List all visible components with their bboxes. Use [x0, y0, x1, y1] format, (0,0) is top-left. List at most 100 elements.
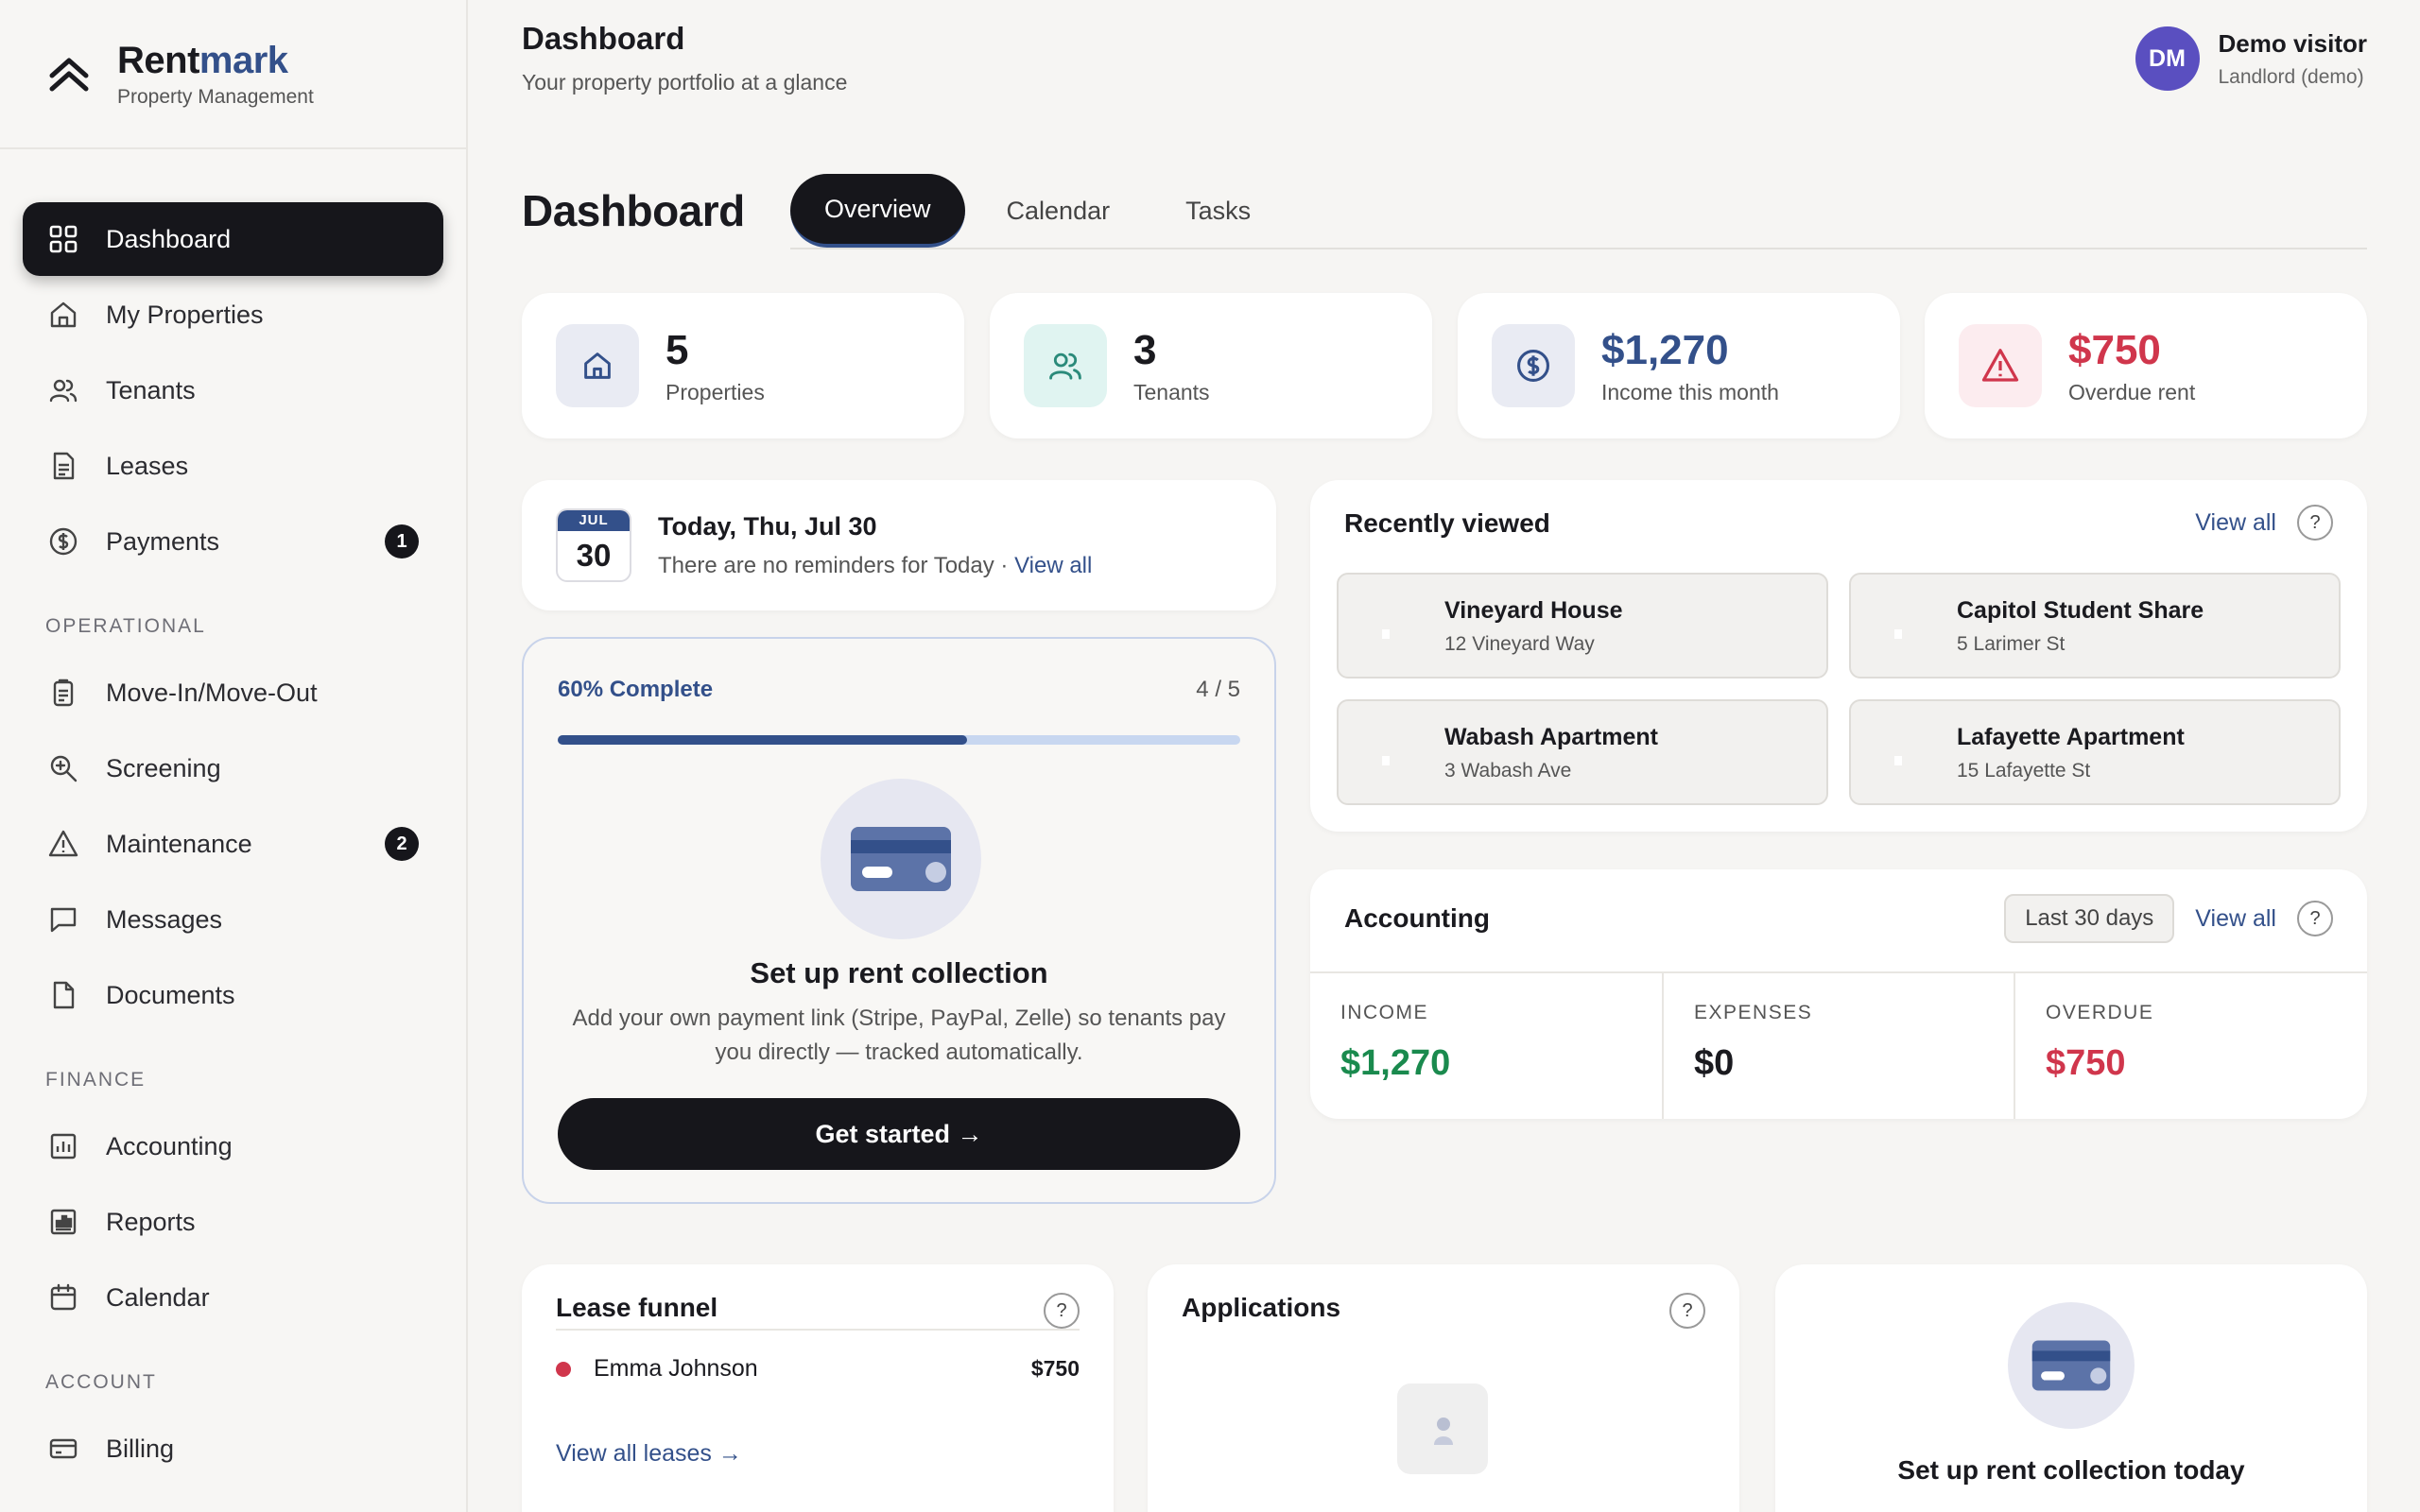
sidebar-item-label: Leases [106, 451, 189, 480]
accounting-card: Accounting Last 30 days View all ? INCOM… [1310, 869, 2367, 1119]
sidebar-item-label: Billing [106, 1434, 175, 1463]
tab-tasks[interactable]: Tasks [1151, 174, 1285, 248]
sidebar-item-label: Dashboard [106, 224, 232, 253]
card-icon [47, 1433, 79, 1465]
sidebar-item-dashboard[interactable]: Dashboard [23, 202, 443, 276]
lease-amount: $750 [1030, 1356, 1080, 1381]
clipboard-icon [47, 677, 79, 709]
date-range-select[interactable]: Last 30 days [2004, 894, 2175, 943]
message-icon [47, 903, 79, 936]
property-card[interactable]: Wabash Apartment 3 Wabash Ave [1337, 699, 1828, 805]
sidebar-item-reports[interactable]: Reports [23, 1185, 443, 1259]
accounting-income: INCOME $1,270 [1340, 1002, 1451, 1083]
stat-label: Income this month [1601, 379, 1779, 404]
property-name: Capitol Student Share [1957, 597, 2204, 624]
sidebar-item-label: Payments [106, 526, 220, 556]
property-card[interactable]: Lafayette Apartment 15 Lafayette St [1849, 699, 2341, 805]
recently-viewed-view-all-link[interactable]: View all [2195, 509, 2276, 537]
stat-label: Tenants [1133, 379, 1210, 404]
help-icon[interactable]: ? [1044, 1293, 1080, 1329]
avatar: DM [2135, 26, 2200, 91]
chart-icon [47, 1130, 79, 1162]
help-icon[interactable]: ? [2297, 505, 2333, 541]
sidebar-item-move-in-move-out[interactable]: Move-In/Move-Out [23, 656, 443, 730]
sidebar-item-label: Documents [106, 980, 235, 1009]
sidebar-item-payments[interactable]: Payments 1 [23, 505, 443, 578]
lease-row[interactable]: Emma Johnson $750 [556, 1355, 1080, 1383]
sidebar-item-label: Maintenance [106, 829, 252, 858]
tab-overview[interactable]: Overview [790, 174, 965, 248]
sidebar-item-tenants[interactable]: Tenants [23, 353, 443, 427]
nav-section-account: ACCOUNT [45, 1371, 157, 1393]
warning-icon [1959, 324, 2042, 407]
help-icon[interactable]: ? [1669, 1293, 1705, 1329]
file-icon [47, 450, 79, 482]
progress-count: 4 / 5 [1196, 677, 1240, 702]
user-menu[interactable]: DM Demo visitor Landlord (demo) [2135, 26, 2367, 91]
stat-value: 3 [1133, 326, 1157, 373]
stat-card-overdue[interactable]: $750 Overdue rent [1925, 293, 2367, 438]
property-card[interactable]: Capitol Student Share 5 Larimer St [1849, 573, 2341, 679]
sidebar-item-label: Calendar [106, 1282, 210, 1312]
users-icon [47, 374, 79, 406]
brand[interactable]: Rentmark Property Management [0, 0, 466, 149]
sidebar-item-label: Screening [106, 753, 221, 782]
sidebar-item-messages[interactable]: Messages [23, 883, 443, 956]
property-address: 3 Wabash Ave [1444, 760, 1572, 782]
property-image-icon [1885, 612, 1913, 641]
sidebar-item-maintenance[interactable]: Maintenance 2 [23, 807, 443, 881]
accounting-view-all-link[interactable]: View all [2195, 905, 2276, 933]
report-icon [47, 1206, 79, 1238]
progress-label: 60% Complete [558, 677, 714, 702]
sidebar-item-accounting[interactable]: Accounting [23, 1109, 443, 1183]
dollar-circle-icon [47, 525, 79, 558]
nav-section-finance: FINANCE [45, 1069, 147, 1091]
recently-viewed-title: Recently viewed [1344, 508, 1550, 538]
stat-card-tenants[interactable]: 3 Tenants [990, 293, 1432, 438]
credit-card-icon [2008, 1302, 2135, 1429]
sidebar-item-label: My Properties [106, 300, 264, 329]
stat-label: Overdue rent [2068, 379, 2196, 404]
progress-bar [558, 735, 1240, 745]
today-view-all-link[interactable]: View all [1014, 553, 1092, 578]
property-address: 15 Lafayette St [1957, 760, 2091, 782]
lease-tenant-name: Emma Johnson [594, 1355, 758, 1382]
document-icon [47, 979, 79, 1011]
maintenance-badge: 2 [385, 827, 419, 861]
stat-card-properties[interactable]: 5 Properties [522, 293, 964, 438]
get-started-button[interactable]: Get started → [558, 1098, 1240, 1170]
property-address: 12 Vineyard Way [1444, 633, 1595, 655]
stat-card-income[interactable]: $1,270 Income this month [1458, 293, 1900, 438]
property-image-icon [1373, 739, 1401, 767]
payments-badge: 1 [385, 524, 419, 558]
calendar-icon [47, 1281, 79, 1314]
header-title: Dashboard [522, 21, 685, 56]
sidebar-item-my-properties[interactable]: My Properties [23, 278, 443, 352]
today-title: Today, Thu, Jul 30 [658, 511, 877, 541]
promo-card: Set up rent collection today [1775, 1264, 2367, 1512]
help-icon[interactable]: ? [2297, 901, 2333, 936]
sidebar: Rentmark Property Management Dashboard M… [0, 0, 468, 1512]
sidebar-item-label: Accounting [106, 1131, 233, 1160]
nav-section-operational: OPERATIONAL [45, 615, 206, 637]
property-card[interactable]: Vineyard House 12 Vineyard Way [1337, 573, 1828, 679]
home-icon [47, 299, 79, 331]
sidebar-item-documents[interactable]: Documents [23, 958, 443, 1032]
sidebar-item-leases[interactable]: Leases [23, 429, 443, 503]
recently-viewed-card: Recently viewed View all ? Vineyard Hous… [1310, 480, 2367, 832]
sidebar-item-calendar[interactable]: Calendar [23, 1261, 443, 1334]
tab-calendar[interactable]: Calendar [973, 174, 1145, 248]
zoom-in-icon [47, 752, 79, 784]
view-all-leases-link[interactable]: View all leases → [556, 1440, 742, 1468]
lease-funnel-title: Lease funnel [556, 1293, 718, 1322]
brand-name: Rentmark [117, 39, 288, 81]
sidebar-item-screening[interactable]: Screening [23, 731, 443, 805]
divider [556, 1329, 1080, 1331]
today-card: JUL 30 Today, Thu, Jul 30 There are no r… [522, 480, 1276, 610]
setup-description: Add your own payment link (Stripe, PayPa… [572, 1005, 1226, 1065]
users-icon [1024, 324, 1107, 407]
property-name: Vineyard House [1444, 597, 1623, 624]
sidebar-item-billing[interactable]: Billing [23, 1412, 443, 1486]
header: Dashboard Your property portfolio at a g… [522, 21, 847, 95]
header-subtitle: Your property portfolio at a glance [522, 70, 848, 94]
